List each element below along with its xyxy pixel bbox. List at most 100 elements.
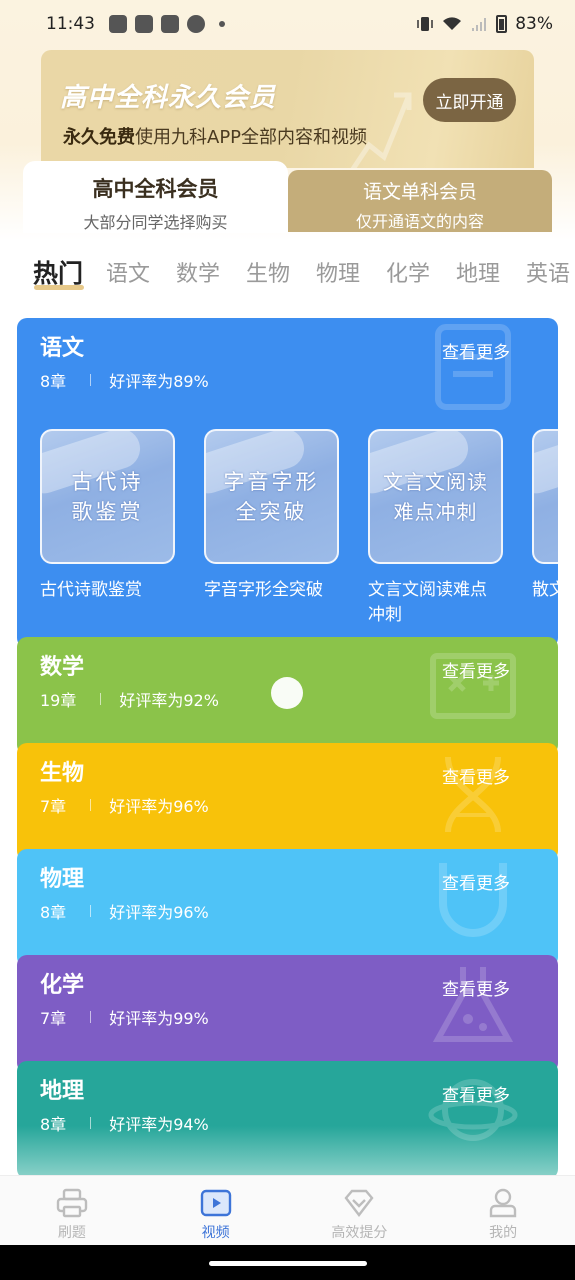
video-icon xyxy=(200,1189,231,1217)
signal-icon xyxy=(472,18,487,31)
thumbnail-text: 难点冲刺 xyxy=(393,499,478,524)
subject-card-biology: 生物 7章 好评率为96% 查看更多 xyxy=(17,743,558,861)
rating-text: 好评率为96% xyxy=(109,903,209,922)
printer-icon xyxy=(56,1188,88,1218)
globe-icon xyxy=(428,1079,518,1141)
magnet-icon xyxy=(439,863,507,937)
card-meta: 8章 好评率为96% xyxy=(40,899,209,923)
course-item[interactable]: 文言文阅读 难点冲刺 文言文阅读难点冲刺 xyxy=(368,429,503,628)
view-more-link[interactable]: 查看更多 xyxy=(442,657,510,682)
rating-text: 好评率为99% xyxy=(109,1009,209,1028)
divider xyxy=(100,693,102,705)
chapter-count: 8章 xyxy=(40,903,67,922)
divider xyxy=(90,905,92,917)
subject-card-chinese: 语文 8章 好评率为89% 查看更多 古代诗 歌鉴赏 古代诗歌鉴赏 字音字形 全… xyxy=(17,318,558,648)
course-item[interactable]: 散文 专题 散文 xyxy=(532,429,558,603)
chapter-count: 7章 xyxy=(40,1009,67,1028)
tab-full-membership-subtitle: 大部分同学选择购买 xyxy=(83,213,228,232)
nav-label: 视频 xyxy=(201,1225,230,1241)
banner-subtitle: 永久免费使用九科APP全部内容和视频 xyxy=(63,123,367,149)
view-more-link[interactable]: 查看更多 xyxy=(442,338,510,363)
card-meta: 8章 好评率为94% xyxy=(40,1111,209,1135)
card-title: 语文 xyxy=(40,336,85,361)
course-thumbnail: 文言文阅读 难点冲刺 xyxy=(368,429,503,564)
open-membership-button[interactable]: 立即开通 xyxy=(423,78,516,122)
course-thumbnail: 字音字形 全突破 xyxy=(204,429,339,564)
vibrate-icon xyxy=(417,17,433,31)
subject-card-chemistry: 化学 7章 好评率为99% 查看更多 xyxy=(17,955,558,1073)
thumbnail-text: 字音字形 xyxy=(223,469,320,494)
tab-full-membership-title: 高中全科会员 xyxy=(92,177,219,201)
notification-bag-icon xyxy=(135,15,153,33)
tab-chinese-membership-title: 语文单科会员 xyxy=(362,181,477,203)
blackboard-math-icon xyxy=(430,653,516,719)
home-gesture-handle[interactable] xyxy=(209,1261,367,1266)
membership-banner[interactable]: 高中全科永久会员 永久免费使用九科APP全部内容和视频 立即开通 xyxy=(41,50,534,168)
nav-label: 我的 xyxy=(489,1225,518,1241)
active-tab-indicator xyxy=(34,285,84,290)
chapter-count: 8章 xyxy=(40,372,67,391)
subject-tab-chemistry[interactable]: 化学 xyxy=(386,256,430,288)
card-title: 生物 xyxy=(40,761,85,786)
notification-icons xyxy=(109,15,225,33)
chapter-count: 19章 xyxy=(40,691,77,710)
rating-text: 好评率为96% xyxy=(109,797,209,816)
notification-compass-icon xyxy=(187,15,205,33)
card-title: 化学 xyxy=(40,973,85,998)
status-bar: 11:43 83% xyxy=(0,0,575,48)
divider xyxy=(90,1011,92,1023)
nav-item-practice[interactable]: 刷题 xyxy=(0,1176,144,1245)
divider xyxy=(90,374,92,386)
subject-tab-chinese[interactable]: 语文 xyxy=(106,256,150,288)
nav-item-boost[interactable]: 高效提分 xyxy=(288,1176,432,1245)
bottom-navigation: 刷题 视频 高效提分 我的 xyxy=(0,1175,575,1245)
course-thumbnail: 古代诗 歌鉴赏 xyxy=(40,429,175,564)
dna-icon xyxy=(445,756,501,833)
more-notifications-dot-icon xyxy=(219,21,225,27)
course-name: 字音字形全突破 xyxy=(204,580,323,600)
subject-tab-math[interactable]: 数学 xyxy=(176,256,220,288)
tab-full-membership[interactable]: 高中全科会员 大部分同学选择购买 xyxy=(23,161,288,233)
nav-item-profile[interactable]: 我的 xyxy=(431,1176,575,1245)
course-item[interactable]: 古代诗 歌鉴赏 古代诗歌鉴赏 xyxy=(40,429,175,603)
thumbnail-text: 古代诗 xyxy=(71,469,144,494)
card-title: 物理 xyxy=(40,867,85,892)
view-more-link[interactable]: 查看更多 xyxy=(442,763,510,788)
course-item[interactable]: 字音字形 全突破 字音字形全突破 xyxy=(204,429,339,603)
growth-chart-icon xyxy=(350,92,412,168)
card-meta: 7章 好评率为99% xyxy=(40,1005,209,1029)
thumbnail-text: 文言文阅读 xyxy=(383,469,488,494)
card-meta: 8章 好评率为89% xyxy=(40,368,209,392)
subject-tab-biology[interactable]: 生物 xyxy=(246,256,290,288)
chapter-count: 8章 xyxy=(40,1115,67,1134)
notification-bag-icon xyxy=(109,15,127,33)
view-more-link[interactable]: 查看更多 xyxy=(442,869,510,894)
card-meta: 7章 好评率为96% xyxy=(40,793,209,817)
status-time: 11:43 xyxy=(46,14,95,34)
battery-icon xyxy=(496,15,508,33)
course-name: 古代诗歌鉴赏 xyxy=(40,580,142,600)
course-name: 文言文阅读难点冲刺 xyxy=(368,580,487,625)
subject-tab-physics[interactable]: 物理 xyxy=(316,256,360,288)
tab-chinese-membership[interactable]: 语文单科会员 仅开通语文的内容 xyxy=(288,170,552,232)
subject-tab-english[interactable]: 英语 xyxy=(526,256,570,288)
nav-label: 高效提分 xyxy=(331,1225,388,1241)
subject-tab-geography[interactable]: 地理 xyxy=(456,256,500,288)
view-more-link[interactable]: 查看更多 xyxy=(442,1081,510,1106)
subject-card-geography: 地理 8章 好评率为94% 查看更多 xyxy=(17,1061,558,1179)
card-title: 数学 xyxy=(40,655,85,680)
user-icon xyxy=(489,1188,517,1218)
tab-chinese-membership-subtitle: 仅开通语文的内容 xyxy=(355,212,484,231)
touch-indicator xyxy=(271,677,303,709)
thumbnail-text: 歌鉴赏 xyxy=(71,499,144,524)
nav-item-video[interactable]: 视频 xyxy=(144,1176,288,1245)
subject-tab-bar[interactable]: 热门 语文 数学 生物 物理 化学 地理 英语 xyxy=(0,248,575,298)
wifi-icon xyxy=(443,17,462,30)
thumbnail-text: 全突破 xyxy=(235,499,308,524)
divider xyxy=(90,799,92,811)
battery-percent: 83% xyxy=(515,14,553,34)
rating-text: 好评率为92% xyxy=(119,691,219,710)
view-more-link[interactable]: 查看更多 xyxy=(442,975,510,1000)
divider xyxy=(90,1117,92,1129)
chapter-count: 7章 xyxy=(40,797,67,816)
